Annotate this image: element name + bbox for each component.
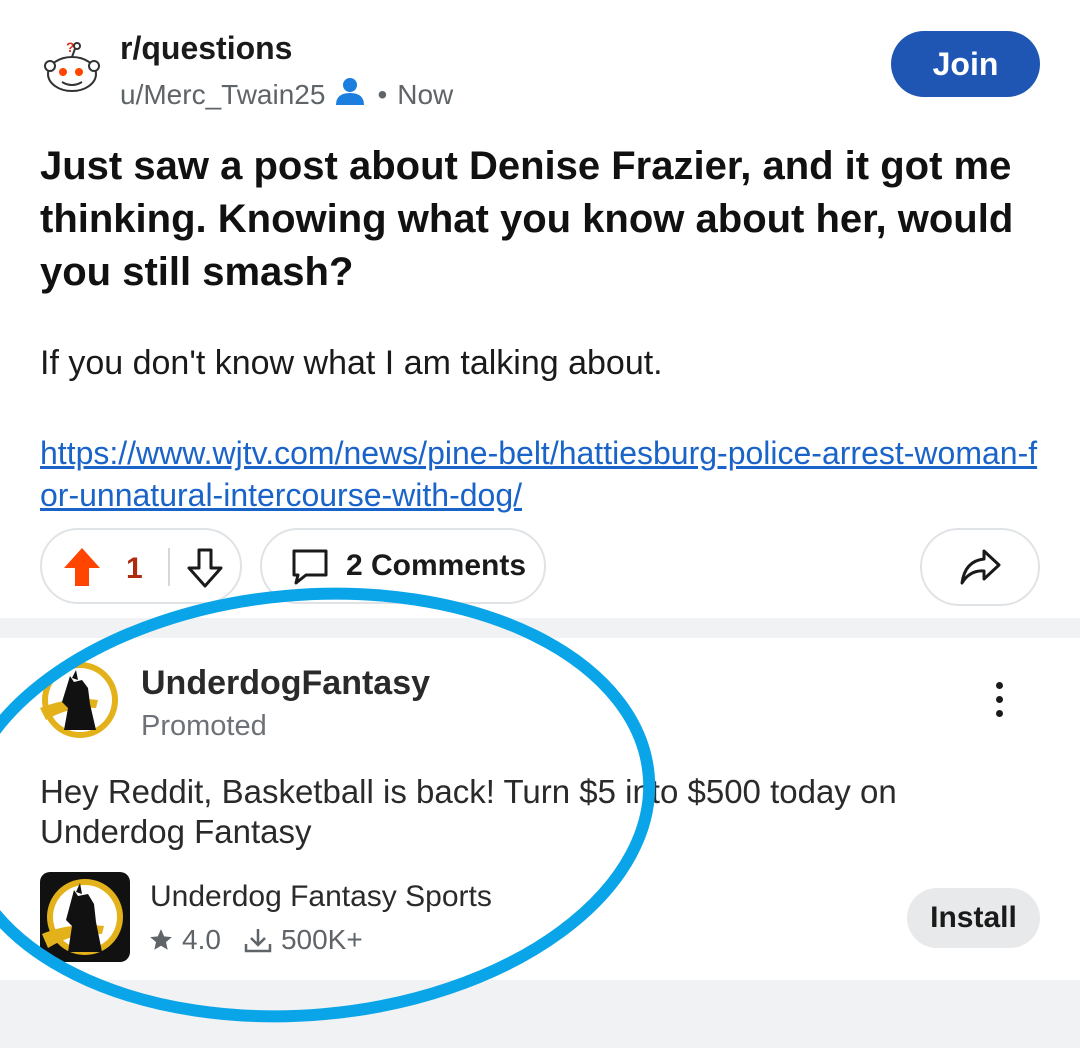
- post-meta: u/Merc_Twain25 • Now: [120, 76, 453, 113]
- comments-button[interactable]: 2 Comments: [260, 528, 546, 604]
- app-stats: 4.0 500K+: [148, 924, 363, 956]
- author-name[interactable]: u/Merc_Twain25: [120, 79, 325, 111]
- feed-bottom: [0, 980, 1080, 1048]
- post-body: If you don't know what I am talking abou…: [40, 344, 663, 382]
- subreddit-name[interactable]: r/questions: [120, 30, 292, 67]
- app-name[interactable]: Underdog Fantasy Sports: [150, 880, 492, 914]
- promoted-label: Promoted: [141, 710, 267, 742]
- vote-count: 1: [126, 552, 143, 585]
- post-card: ? r/questions u/Merc_Twain25 • Now Join …: [0, 0, 1080, 618]
- star-icon: [148, 927, 174, 953]
- post-link[interactable]: https://www.wjtv.com/news/pine-belt/hatt…: [40, 432, 1040, 516]
- share-icon: [958, 547, 1002, 587]
- install-button[interactable]: Install: [907, 888, 1040, 948]
- app-icon[interactable]: [40, 872, 130, 962]
- meta-separator: •: [377, 78, 388, 110]
- download-icon: [243, 926, 273, 954]
- underdog-logo-icon[interactable]: [40, 660, 120, 740]
- app-downloads: 500K+: [280, 924, 363, 955]
- post-title[interactable]: Just saw a post about Denise Frazier, an…: [40, 140, 1040, 299]
- promoted-post: UnderdogFantasy Promoted Hey Reddit, Bas…: [0, 638, 1080, 980]
- upvote-icon[interactable]: [62, 546, 102, 593]
- user-icon: [333, 76, 367, 113]
- comment-icon: [290, 547, 330, 585]
- more-options-icon[interactable]: [982, 682, 1016, 722]
- feed-separator: [0, 618, 1080, 638]
- app-rating: 4.0: [182, 924, 221, 955]
- advertiser-name[interactable]: UnderdogFantasy: [141, 664, 430, 703]
- join-button[interactable]: Join: [891, 31, 1040, 97]
- comments-label: 2 Comments: [346, 549, 527, 582]
- snoo-avatar-icon[interactable]: ?: [42, 39, 102, 100]
- share-button[interactable]: [920, 528, 1040, 606]
- post-time: Now: [397, 78, 454, 110]
- ad-text[interactable]: Hey Reddit, Basketball is back! Turn $5 …: [40, 772, 1000, 852]
- vote-bar: 1: [40, 528, 242, 604]
- vote-divider: [168, 548, 170, 586]
- downvote-icon[interactable]: [186, 548, 224, 593]
